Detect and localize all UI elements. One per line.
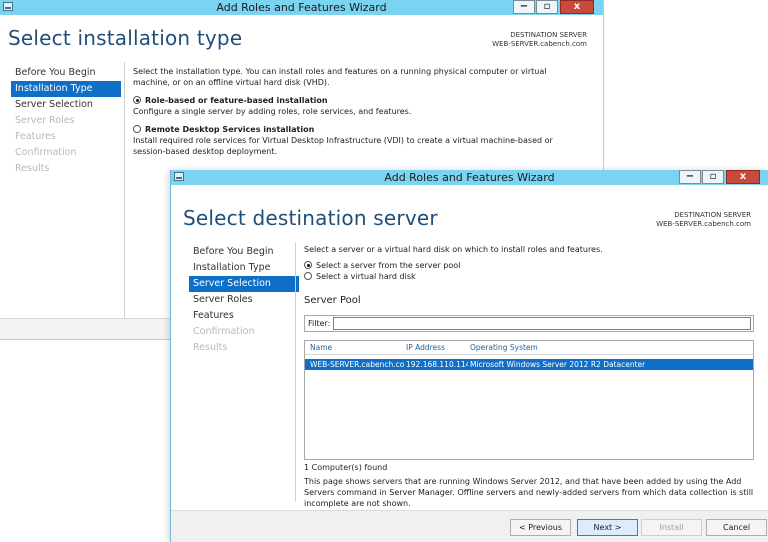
option-server-pool-label: Select a server from the server pool bbox=[316, 261, 461, 270]
destination-name: WEB-SERVER.cabench.com bbox=[656, 220, 751, 228]
intro-text: Select the installation type. You can in… bbox=[133, 67, 547, 87]
cell-name: WEB-SERVER.cabench.co... bbox=[310, 360, 404, 369]
option-remote-desktop[interactable]: Remote Desktop Services installation bbox=[133, 124, 585, 135]
option-role-based[interactable]: Role-based or feature-based installation bbox=[133, 95, 585, 106]
destination-server: DESTINATION SERVER WEB-SERVER.cabench.co… bbox=[492, 31, 587, 49]
filter-input[interactable] bbox=[333, 317, 751, 330]
radio-role-based[interactable] bbox=[133, 96, 141, 104]
nav-item-features[interactable]: Features bbox=[189, 308, 299, 324]
nav-item-features: Features bbox=[15, 131, 56, 142]
restore-button[interactable]: ▫ bbox=[536, 0, 558, 14]
installation-type-content: Select the installation type. You can in… bbox=[133, 66, 585, 157]
nav-item-installation-type[interactable]: Installation Type bbox=[11, 81, 121, 97]
divider bbox=[295, 242, 296, 502]
option-remote-desktop-label: Remote Desktop Services installation bbox=[145, 125, 315, 134]
minimize-button[interactable]: − bbox=[513, 0, 535, 14]
server-selection-content: Select a server or a virtual hard disk o… bbox=[304, 244, 754, 282]
destination-name: WEB-SERVER.cabench.com bbox=[492, 40, 587, 48]
nav-item-results: Results bbox=[193, 342, 228, 353]
column-header-operating-system[interactable]: Operating System bbox=[470, 343, 538, 352]
table-header: Name IP Address Operating System bbox=[305, 341, 753, 355]
close-button[interactable]: x bbox=[726, 170, 760, 184]
column-header-ip-address[interactable]: IP Address bbox=[406, 343, 445, 352]
option-role-based-desc: Configure a single server by adding role… bbox=[133, 107, 412, 116]
page-title: Select destination server bbox=[183, 206, 438, 230]
destination-label: DESTINATION SERVER bbox=[674, 211, 751, 219]
cancel-button[interactable]: Cancel bbox=[706, 519, 767, 536]
nav-item-server-roles: Server Roles bbox=[15, 115, 75, 126]
radio-vhd[interactable] bbox=[304, 272, 312, 280]
minimize-button[interactable]: − bbox=[679, 170, 701, 184]
option-role-based-label: Role-based or feature-based installation bbox=[145, 96, 328, 105]
page-title: Select installation type bbox=[8, 26, 243, 50]
cell-ip-address: 192.168.110.114 bbox=[406, 360, 468, 369]
previous-button[interactable]: < Previous bbox=[510, 519, 571, 536]
server-pool-title: Server Pool bbox=[304, 295, 361, 306]
wizard-nav: Before You Begin Installation Type Serve… bbox=[189, 244, 299, 356]
intro-text: Select a server or a virtual hard disk o… bbox=[304, 245, 603, 254]
install-button: Install bbox=[641, 519, 702, 536]
restore-button[interactable]: ▫ bbox=[702, 170, 724, 184]
next-button[interactable]: Next > bbox=[577, 519, 638, 536]
nav-item-confirmation: Confirmation bbox=[193, 326, 255, 337]
option-server-pool[interactable]: Select a server from the server pool bbox=[304, 260, 754, 271]
cell-operating-system: Microsoft Windows Server 2012 R2 Datacen… bbox=[470, 360, 646, 369]
title-bar[interactable]: Add Roles and Features Wizard − ▫ x bbox=[0, 0, 603, 15]
nav-item-confirmation: Confirmation bbox=[15, 147, 77, 158]
server-pool-table: Name IP Address Operating System WEB-SER… bbox=[304, 340, 754, 460]
option-vhd-label: Select a virtual hard disk bbox=[316, 272, 416, 281]
wizard-window-destination-server: Add Roles and Features Wizard − ▫ x Sele… bbox=[170, 170, 768, 542]
nav-item-before-you-begin[interactable]: Before You Begin bbox=[11, 65, 121, 81]
wizard-footer: < Previous Next > Install Cancel bbox=[171, 510, 768, 542]
footer-area bbox=[0, 318, 170, 339]
filter-label: Filter: bbox=[308, 319, 331, 328]
wizard-nav: Before You Begin Installation Type Serve… bbox=[11, 65, 121, 177]
filter-bar: Filter: bbox=[304, 315, 754, 332]
column-header-name[interactable]: Name bbox=[310, 343, 332, 352]
nav-item-server-roles[interactable]: Server Roles bbox=[189, 292, 299, 308]
title-bar[interactable]: Add Roles and Features Wizard − ▫ x bbox=[171, 170, 768, 185]
destination-server: DESTINATION SERVER WEB-SERVER.cabench.co… bbox=[656, 211, 751, 229]
divider bbox=[124, 62, 125, 320]
computers-found-count: 1 Computer(s) found bbox=[304, 463, 388, 472]
option-remote-desktop-desc: Install required role services for Virtu… bbox=[133, 136, 553, 156]
nav-item-before-you-begin[interactable]: Before You Begin bbox=[189, 244, 299, 260]
server-pool-note: This page shows servers that are running… bbox=[304, 477, 754, 508]
close-button[interactable]: x bbox=[560, 0, 594, 14]
option-vhd[interactable]: Select a virtual hard disk bbox=[304, 271, 754, 282]
nav-item-results: Results bbox=[15, 163, 50, 174]
radio-server-pool[interactable] bbox=[304, 261, 312, 269]
table-row[interactable]: WEB-SERVER.cabench.co... 192.168.110.114… bbox=[305, 359, 753, 370]
destination-label: DESTINATION SERVER bbox=[510, 31, 587, 39]
nav-item-installation-type[interactable]: Installation Type bbox=[189, 260, 299, 276]
radio-remote-desktop[interactable] bbox=[133, 125, 141, 133]
nav-item-server-selection[interactable]: Server Selection bbox=[189, 276, 299, 292]
nav-item-server-selection[interactable]: Server Selection bbox=[11, 97, 121, 113]
